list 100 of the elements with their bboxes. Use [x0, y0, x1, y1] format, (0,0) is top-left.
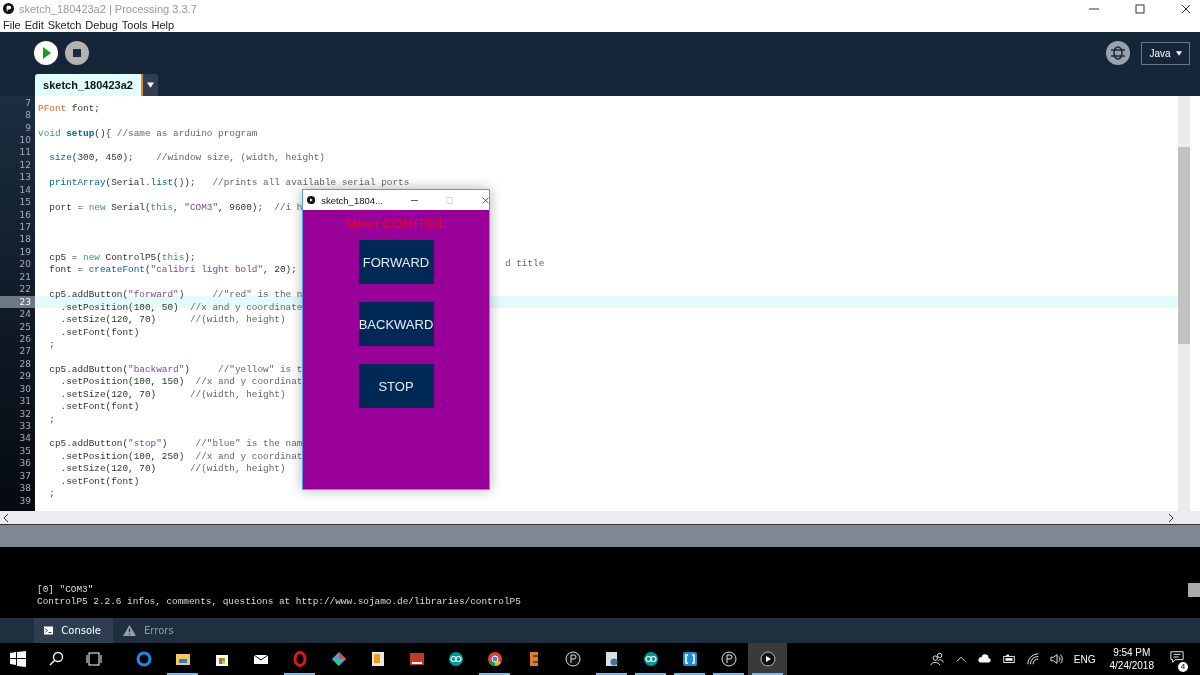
line-number: 20 [18, 258, 32, 271]
line-number: 16 [18, 208, 32, 222]
code-line: ; [48, 488, 55, 500]
time-text: 9:54 PM [1113, 646, 1151, 659]
task-view-icon[interactable] [86, 651, 102, 667]
line-number: 26 [18, 333, 32, 346]
code-line: .setPosition(100, 150) //x and y coordinat [59, 376, 303, 388]
menu-item[interactable]: Debug [85, 19, 118, 32]
maximize-icon[interactable] [1135, 3, 1145, 14]
line-number: 30 [18, 382, 32, 396]
caret-icon [147, 81, 154, 88]
notification-badge: 4 [1178, 662, 1188, 672]
control-button[interactable]: BACKWARD [358, 302, 434, 346]
code-line: size(300, 450); //window size, (width, height) [48, 152, 325, 164]
line-number: 36 [18, 457, 32, 470]
control-button[interactable]: FORWARD [358, 240, 434, 284]
vertical-scrollbar[interactable] [1178, 95, 1190, 512]
document-icon [603, 651, 620, 667]
code-line: printArray(Serial.list()); //prints all available serial ports [48, 177, 410, 189]
ring-icon [135, 651, 152, 667]
terminal-icon [44, 625, 54, 637]
play-icon [307, 195, 316, 205]
brackets-icon [681, 651, 698, 667]
code-line: .setSize(120, 70) //(width, height) [59, 314, 286, 326]
sketch-window-title: sketch_1804... [321, 194, 383, 206]
mode-dropdown[interactable]: Java [1141, 41, 1190, 65]
notification-icon[interactable] [1170, 650, 1184, 664]
menu-item[interactable]: Help [151, 19, 175, 32]
document-icon [369, 651, 386, 667]
console-scrollbar[interactable] [1188, 582, 1200, 597]
clock[interactable]: 9:54 PM 4/24/2018 [1109, 646, 1154, 672]
code-line: cp5.addButton("forward") //"red" is the n [48, 289, 303, 301]
run-button[interactable] [34, 41, 58, 66]
console-line: [0] "COM3" [37, 584, 94, 597]
battery-icon[interactable] [1001, 652, 1016, 666]
code-line: cp5.addButton("backward") //"yellow" is t [48, 363, 303, 375]
line-number: 12 [18, 158, 32, 172]
menu-item[interactable]: Sketch [47, 19, 82, 32]
code-line: font = createFont("calibri light bold", 20); [48, 264, 297, 276]
line-number: 39 [18, 494, 32, 508]
close-icon[interactable] [1181, 3, 1191, 14]
sketch-tab[interactable]: sketch_180423a2 [35, 73, 143, 96]
sketch-heading: Motor CONTROL [345, 216, 447, 231]
cloud-icon[interactable] [977, 652, 992, 666]
chevron-right-icon[interactable] [1168, 513, 1174, 522]
line-number: 17 [18, 221, 32, 234]
chevron-left-icon[interactable] [3, 513, 9, 522]
code-line: port = new Serial(this, "COM3", 9600); //i h [48, 202, 303, 214]
line-number: 21 [18, 270, 32, 284]
horizontal-scrollbar[interactable] [0, 511, 1200, 524]
menu-item[interactable]: Edit [24, 19, 44, 32]
infinity-icon [642, 651, 659, 667]
window-title: sketch_180423a2 | Processing 3.3.7 [19, 2, 197, 15]
code-line: cp5 = new ControlP5(this); [48, 251, 196, 263]
line-number: 32 [18, 407, 32, 421]
code-fragment: d title [504, 258, 545, 271]
diamond-icon [330, 651, 347, 667]
ring-icon [291, 651, 308, 667]
menu-item[interactable]: File [3, 19, 21, 32]
folder-icon [174, 651, 191, 667]
code-line: .setFont(font) [59, 326, 140, 338]
console-tab[interactable]: Console [34, 618, 113, 643]
language-indicator[interactable]: ENG [1073, 653, 1096, 665]
speaker-icon[interactable] [1049, 652, 1064, 666]
line-number: 22 [18, 283, 32, 296]
tab-menu-button[interactable] [143, 73, 158, 96]
line-number: 38 [18, 482, 32, 495]
line-number: 18 [18, 233, 32, 246]
code-line: cp5.addButton("stop") //"blue" is the nam [48, 438, 303, 450]
code-line: .setSize(120, 70) //(width, height) [59, 463, 286, 475]
circle-icon [486, 651, 503, 667]
line-number: 33 [18, 420, 32, 433]
code-line: .setFont(font) [59, 401, 140, 413]
app-icon [3, 3, 14, 15]
taskbar-button[interactable] [748, 643, 787, 675]
line-number: 35 [18, 444, 32, 458]
line-number: 8 [24, 109, 32, 122]
line-number: 37 [18, 469, 32, 483]
search-icon[interactable] [48, 651, 64, 667]
stop-button[interactable] [65, 41, 89, 66]
menu-item[interactable]: Tools [121, 19, 148, 32]
line-number: 34 [18, 432, 32, 445]
circle-icon [564, 651, 581, 667]
start-icon[interactable] [10, 651, 26, 667]
people-icon[interactable] [929, 652, 944, 666]
wifi-icon[interactable] [1025, 652, 1040, 666]
control-button[interactable]: STOP [358, 364, 434, 408]
tile-icon [408, 651, 425, 667]
caret-icon [1175, 50, 1182, 56]
date-text: 4/24/2018 [1109, 659, 1154, 672]
code-line: void setup(){ //same as arduino program [38, 127, 258, 139]
infinity-icon [447, 651, 464, 667]
circle-icon [720, 651, 737, 667]
line-number: 29 [18, 370, 32, 383]
line-number: 24 [18, 308, 32, 321]
warning-icon [123, 625, 136, 637]
code-line: ; [48, 413, 55, 425]
code-line: .setFont(font) [59, 475, 140, 487]
line-number: 25 [18, 320, 32, 333]
debugger-button[interactable] [1106, 41, 1130, 66]
